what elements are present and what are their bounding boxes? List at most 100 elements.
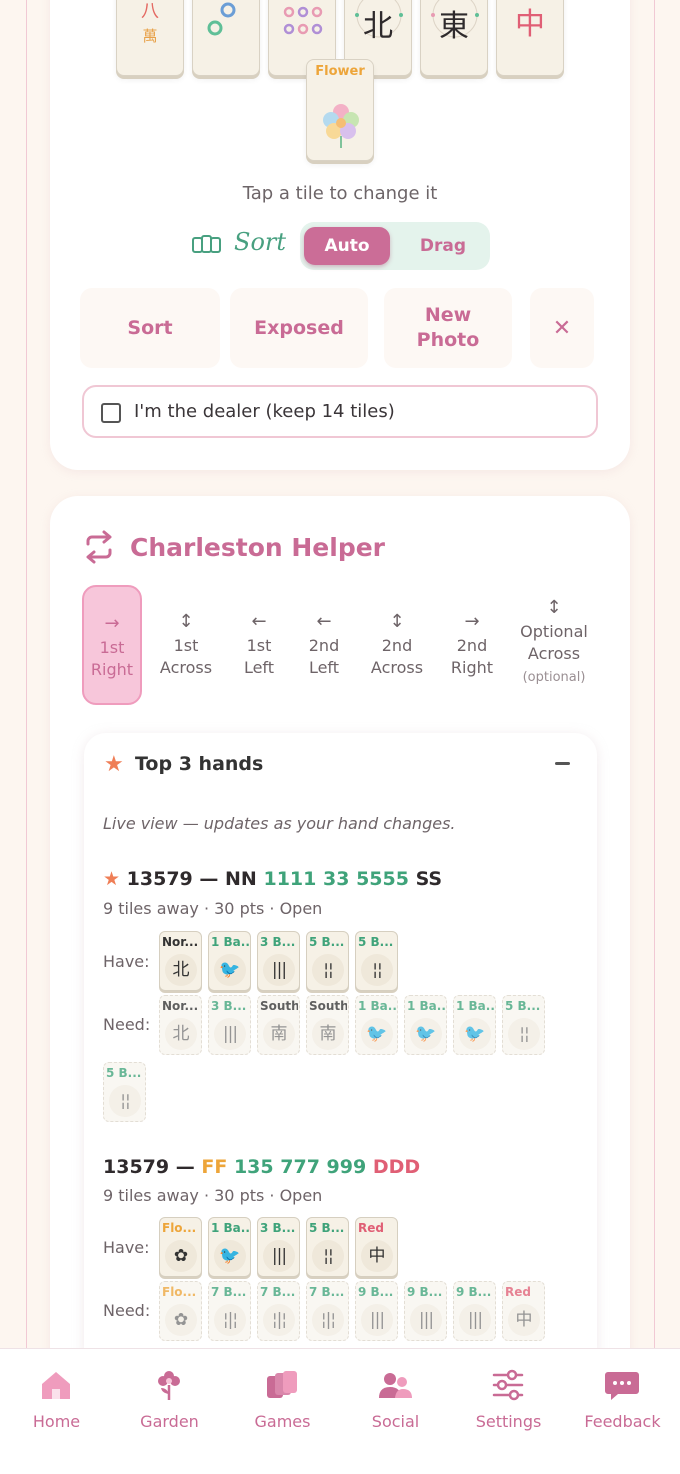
pass-1st-left[interactable]: ← 1st Left [232,585,286,705]
pass-1st-right[interactable]: → 1st Right [82,585,142,705]
hand-group: 777 [280,1156,320,1178]
nav-label: Garden [140,1412,199,1431]
hand-year: 13579 [126,868,193,890]
tile-label: Nor... [162,999,199,1013]
hand-group: DDD [372,1156,421,1178]
collapse-button[interactable] [555,762,570,765]
pass-optional-across[interactable]: ↕ Optional Across (optional) [512,585,596,705]
nav-label: Feedback [584,1412,661,1431]
hand-2-meta: 9 tiles away · 30 pts · Open [103,1186,323,1205]
hand-group: 5555 [356,868,409,890]
top-hands-title: Top 3 hands [135,753,264,775]
nav-garden[interactable]: Garden [113,1349,226,1449]
pass-1st-across[interactable]: ↕ 1st Across [154,585,218,705]
hand-group: 1111 [263,868,317,890]
tile-face-icon: 北 [165,954,197,986]
dot-six-icon [283,6,323,35]
pass-2nd-across[interactable]: ↕ 2nd Across [364,585,430,705]
tile-face-icon: ✿ [165,1240,197,1272]
tile-label: 7 B... [211,1285,247,1299]
have-tile: 3 B... ||| [257,931,300,991]
need-tile: Nor... 北 [159,995,202,1055]
new-photo-button[interactable]: New Photo [384,288,512,368]
sort-auto-option[interactable]: Auto [304,227,390,265]
have-tile: 5 B... ¦¦ [306,1217,349,1277]
pass-label: Left [308,658,340,677]
tile-glyph: 北 [363,9,393,44]
tile-label: 1 Ba... [456,999,494,1013]
tile-label: Red [358,1221,384,1235]
need-tile: Flo... ✿ [159,1281,202,1341]
need-tile: 3 B... ||| [208,995,251,1055]
tile-flower[interactable]: Flower [306,59,374,161]
need-tile: 1 Ba... 🐦 [404,995,447,1055]
tiles-sort-icon [192,235,221,253]
hand-1-title: ★ 13579 — NN 1111 33 5555 SS [103,868,442,890]
tile-label: South [260,999,298,1013]
pass-label: Right [90,660,134,679]
sort-button[interactable]: Sort [80,288,220,368]
tile-face-icon: ¦|¦ [312,1304,344,1336]
need-tile: 9 B... ||| [404,1281,447,1341]
tile-face-icon: ¦¦ [312,954,344,986]
tile-label: South [309,999,347,1013]
need-tile: 7 B... ¦|¦ [208,1281,251,1341]
have-tile: 5 B... ¦¦ [306,931,349,991]
nav-label: Social [371,1412,420,1431]
close-button[interactable]: ✕ [530,288,594,368]
bottom-nav: Home Garden Games Social Settings Feedba… [0,1348,680,1474]
hand-group: NN [225,868,257,890]
pass-2nd-left[interactable]: ← 2nd Left [297,585,351,705]
tile-face-icon: ¦¦ [361,954,393,986]
arrow-left-icon: ← [251,611,267,632]
pass-label: Right [450,658,494,677]
tile-label: 9 B... [407,1285,443,1299]
tile-character-eight[interactable]: 八 萬 [116,0,184,76]
pass-label: Optional [520,622,588,641]
tile-face-icon: 🐦 [214,954,246,986]
hand-dash: — [175,1156,195,1178]
nav-settings[interactable]: Settings [452,1349,565,1449]
tile-face-icon: ¦|¦ [263,1304,295,1336]
charleston-title: Charleston Helper [130,533,386,562]
have-tile: 1 Ba... 🐦 [208,931,251,991]
tile-label: 1 Ba... [211,1221,249,1235]
tile-face-icon: 🐦 [410,1018,442,1050]
tile-face-icon: ¦¦ [312,1240,344,1272]
nav-home[interactable]: Home [0,1349,113,1449]
pass-2nd-right[interactable]: → 2nd Right [444,585,500,705]
hand-group: 33 [322,868,350,890]
need-label: Need: [103,1301,151,1320]
tile-face-icon: ||| [459,1304,491,1336]
pass-label: 2nd [381,636,413,655]
pass-label: 1st [99,638,125,657]
tile-label: 5 B... [505,999,541,1013]
nav-feedback[interactable]: Feedback [566,1349,679,1449]
tile-face-icon: 🐦 [214,1240,246,1272]
nav-label: Games [254,1412,311,1431]
dealer-checkbox[interactable] [101,403,121,423]
have-tile: Red 中 [355,1217,398,1277]
sort-drag-option[interactable]: Drag [400,227,486,265]
exposed-button[interactable]: Exposed [230,288,368,368]
pass-label: 2nd [456,636,488,655]
tile-east-wind[interactable]: 東 [420,0,488,76]
nav-label: Home [32,1412,81,1431]
tile-glyph: 東 [439,9,469,44]
flower-icon [158,1371,180,1400]
hand-dash: — [199,868,219,890]
need-tile: 9 B... ||| [453,1281,496,1341]
tile-face-icon: 北 [165,1018,197,1050]
have-tile: Nor... 北 [159,931,202,991]
tile-dot-two[interactable] [192,0,260,76]
dealer-checkbox-row[interactable]: I'm the dealer (keep 14 tiles) [82,385,598,438]
hand-group: SS [415,868,443,890]
tile-red-dragon[interactable]: 中 [496,0,564,76]
tile-hint: Tap a tile to change it [242,183,438,204]
sort-mode-toggle: Auto Drag [300,222,490,270]
nav-social[interactable]: Social [339,1349,452,1449]
nav-label: Settings [475,1412,542,1431]
pass-label: Left [243,658,275,677]
nav-games[interactable]: Games [226,1349,339,1449]
hand-group: 999 [326,1156,367,1178]
